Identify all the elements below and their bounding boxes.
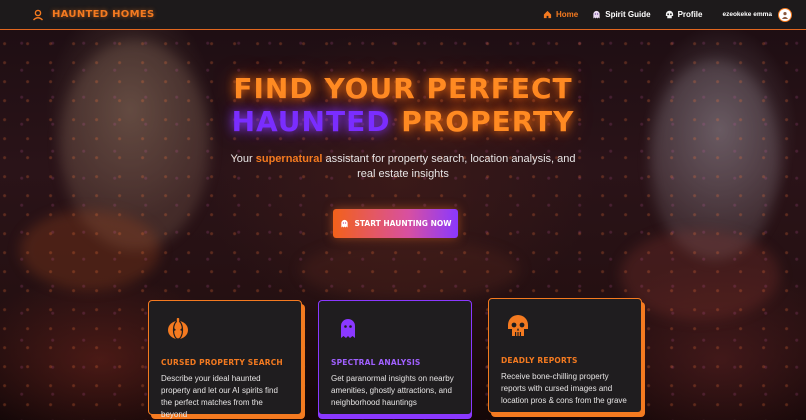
nav-spirit-guide-label: Spirit Guide [605, 10, 651, 19]
feature-title: CURSED PROPERTY SEARCH [161, 358, 283, 367]
user-name: ezeokeke emma [722, 11, 772, 18]
skull-icon [508, 315, 528, 336]
ghost-icon [340, 219, 348, 228]
home-icon [543, 10, 552, 19]
skull-icon [665, 10, 673, 19]
avatar[interactable] [778, 7, 792, 22]
ghost-icon [593, 10, 600, 19]
hero-title-line1: FIND YOUR PERFECT [233, 72, 573, 105]
feature-description: Get paranormal insights on nearby amenit… [331, 374, 454, 407]
subtitle-highlight: supernatural [255, 153, 323, 165]
nav-profile[interactable]: Profile [665, 10, 703, 19]
nav-home-label: Home [556, 10, 579, 19]
hero-title-property: PROPERTY [390, 105, 575, 138]
feature-card-search[interactable]: CURSED PROPERTY SEARCH Describe your ide… [148, 300, 302, 419]
feature-description: Receive bone-chilling property reports w… [501, 372, 627, 405]
feature-card-analysis[interactable]: SPECTRAL ANALYSIS Get paranormal insight… [318, 300, 472, 415]
hero-title: FIND YOUR PERFECT HAUNTED PROPERTY [0, 72, 806, 138]
feature-description: Describe your ideal haunted property and… [161, 374, 278, 419]
nav-profile-label: Profile [677, 10, 703, 19]
hero-subtitle: Your supernatural assistant for property… [223, 152, 583, 182]
feature-title: SPECTRAL ANALYSIS [331, 358, 421, 367]
ghost-person-icon [33, 9, 43, 21]
brand[interactable]: HAUNTED HOMES [32, 9, 154, 21]
top-navbar: HAUNTED HOMES Home Spirit Guide Profile … [0, 0, 806, 30]
ghost-icon [341, 319, 355, 338]
subtitle-start: Your [230, 153, 256, 165]
start-haunting-button[interactable]: START HAUNTING NOW [333, 209, 458, 238]
hero-section: FIND YOUR PERFECT HAUNTED PROPERTY Your … [0, 72, 806, 182]
nav-spirit-guide[interactable]: Spirit Guide [592, 10, 651, 19]
user-menu[interactable]: ezeokeke emma [722, 7, 792, 22]
subtitle-end: assistant for property search, location … [322, 153, 576, 180]
cta-label: START HAUNTING NOW [354, 219, 452, 228]
brand-name: HAUNTED HOMES [52, 9, 155, 20]
feature-card-reports[interactable]: DEADLY REPORTS Receive bone-chilling pro… [488, 298, 642, 413]
main-nav: Home Spirit Guide Profile ezeokeke emma [543, 7, 792, 22]
hero-title-haunted: HAUNTED [231, 105, 391, 138]
feature-title: DEADLY REPORTS [501, 356, 578, 365]
nav-home[interactable]: Home [543, 10, 578, 19]
pumpkin-icon [168, 318, 188, 340]
avatar-icon [782, 11, 788, 19]
